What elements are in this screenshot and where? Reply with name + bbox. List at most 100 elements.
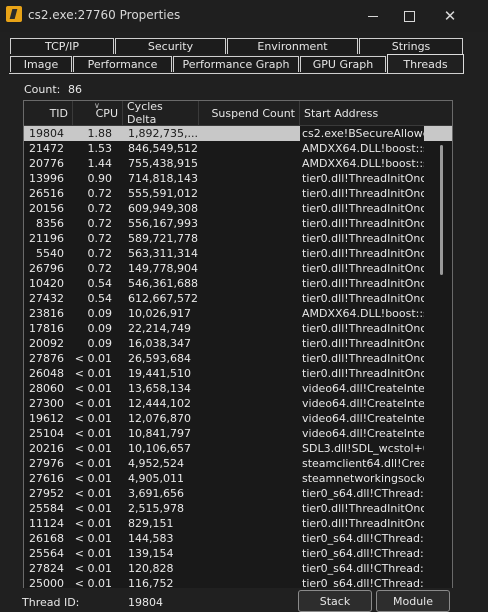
table-row[interactable]: 20092 0.09 16,038,347 tier0.dll!ThreadInitO… (24, 336, 452, 351)
cpu-cell: < 0.01 (74, 517, 112, 530)
cpu-cell: 0.54 (87, 292, 113, 305)
cpu-cell: < 0.01 (74, 547, 112, 560)
tab-image[interactable]: Image (10, 56, 72, 72)
start-address-cell: tier0.dll!ThreadInitOnce... (302, 262, 424, 275)
table-row[interactable]: 5540 0.72 563,311,314 tier0.dll!ThreadInitO… (24, 246, 452, 261)
table-row[interactable]: 21472 1.53 846,549,512 AMDXX64.DLL!boost::s… (24, 141, 452, 156)
table-row[interactable]: 26796 0.72 149,778,904 tier0.dll!ThreadInit… (24, 261, 452, 276)
cycles-delta-cell: 16,038,347 (128, 337, 191, 350)
table-row[interactable]: 28060 < 0.01 13,658,134 video64.dll!CreateI… (24, 381, 452, 396)
tid-cell: 27300 (29, 397, 64, 410)
table-row[interactable]: 20776 1.44 755,438,915 AMDXX64.DLL!boost::s… (24, 156, 452, 171)
cpu-cell: 1.88 (87, 127, 113, 140)
tid-cell: 21196 (29, 232, 64, 245)
cpu-cell: 0.72 (87, 202, 113, 215)
column-header-start-address[interactable]: Start Address (300, 101, 452, 125)
column-header-tid[interactable]: TID (24, 101, 73, 125)
cpu-cell: 0.90 (87, 172, 113, 185)
table-row[interactable]: 25104 < 0.01 10,841,797 video64.dll!CreateI… (24, 426, 452, 441)
cycles-delta-cell: 10,026,917 (128, 307, 191, 320)
module-button[interactable]: Module (376, 590, 450, 612)
stack-button[interactable]: Stack (298, 590, 372, 612)
table-row[interactable]: 25584 < 0.01 2,515,978 tier0.dll!ThreadInit… (24, 501, 452, 516)
maximize-button[interactable] (389, 0, 429, 32)
table-row[interactable]: 23816 0.09 10,026,917 AMDXX64.DLL!boost::s.… (24, 306, 452, 321)
table-row[interactable]: 26168 < 0.01 144,583 tier0_s64.dll!CThread:… (24, 531, 452, 546)
table-row[interactable]: 27824 < 0.01 120,828 tier0_s64.dll!CThread:… (24, 561, 452, 576)
suspend-count-cell (202, 546, 298, 561)
tab-gpu-graph[interactable]: GPU Graph (300, 56, 386, 72)
table-row[interactable]: 20156 0.72 609,949,308 tier0.dll!ThreadInit… (24, 201, 452, 216)
cycles-delta-cell: 563,311,314 (128, 247, 198, 260)
start-address-cell: tier0.dll!ThreadInitOnce... (302, 352, 424, 365)
table-row[interactable]: 19804 1.88 1,892,735,... cs2.exe!BSecureAll… (24, 126, 452, 141)
table-row[interactable]: 27952 < 0.01 3,691,656 tier0_s64.dll!CThrea… (24, 486, 452, 501)
tab-performance[interactable]: Performance (73, 56, 172, 72)
tab-environment[interactable]: Environment (227, 38, 358, 54)
start-address-cell: video64.dll!CreateInterfa... (302, 427, 424, 440)
column-header-suspend-count[interactable]: Suspend Count (199, 101, 300, 125)
table-row[interactable]: 10420 0.54 546,361,688 tier0.dll!ThreadInit… (24, 276, 452, 291)
table-row[interactable]: 26516 0.72 555,591,012 tier0.dll!ThreadInit… (24, 186, 452, 201)
table-row[interactable]: 27432 0.54 612,667,572 tier0.dll!ThreadInit… (24, 291, 452, 306)
tid-cell: 26048 (29, 367, 64, 380)
suspend-count-cell (202, 216, 298, 231)
suspend-count-cell (202, 306, 298, 321)
tab-strings[interactable]: Strings (359, 38, 463, 54)
table-row[interactable]: 27876 < 0.01 26,593,684 tier0.dll!ThreadIni… (24, 351, 452, 366)
minimize-button[interactable] (353, 0, 393, 32)
tab-performance-graph[interactable]: Performance Graph (173, 56, 299, 72)
table-row[interactable]: 8356 0.72 556,167,993 tier0.dll!ThreadInitO… (24, 216, 452, 231)
suspend-count-cell (202, 396, 298, 411)
tab-threads[interactable]: Threads (387, 54, 464, 74)
tab-security[interactable]: Security (115, 38, 226, 54)
tab-tcpip[interactable]: TCP/IP (10, 38, 114, 54)
table-row[interactable]: 27300 < 0.01 12,444,102 video64.dll!CreateI… (24, 396, 452, 411)
suspend-count-cell (202, 471, 298, 486)
table-row[interactable]: 20216 < 0.01 10,106,657 SDL3.dll!SDL_wcstol… (24, 441, 452, 456)
start-address-cell: tier0.dll!ThreadInitOnce... (302, 247, 424, 260)
suspend-count-cell (202, 561, 298, 576)
table-row[interactable]: 19612 < 0.01 12,076,870 video64.dll!CreateI… (24, 411, 452, 426)
suspend-count-cell (202, 426, 298, 441)
suspend-count-cell (202, 291, 298, 306)
vertical-scrollbar[interactable] (440, 145, 443, 275)
maximize-icon (403, 10, 415, 22)
threads-list[interactable]: TID CPU ∨ Cycles Delta Suspend Count Sta… (23, 100, 453, 605)
cycles-delta-cell: 22,214,749 (128, 322, 191, 335)
title-bar[interactable]: cs2.exe:27760 Properties ✕ (0, 0, 488, 32)
suspend-count-cell (202, 456, 298, 471)
suspend-count-cell (202, 441, 298, 456)
column-header-cycles-delta[interactable]: Cycles Delta (123, 101, 199, 126)
start-address-cell: tier0_s64.dll!CThread::T... (302, 547, 424, 560)
cycles-delta-cell: 612,667,572 (128, 292, 198, 305)
table-row[interactable]: 13996 0.90 714,818,143 tier0.dll!ThreadInit… (24, 171, 452, 186)
start-address-cell: video64.dll!CreateInterfa... (302, 397, 424, 410)
table-row[interactable]: 21196 0.72 589,721,778 tier0.dll!ThreadInit… (24, 231, 452, 246)
thread-id-value: 19804 (128, 596, 163, 609)
table-row[interactable]: 11124 < 0.01 829,151 tier0.dll!ThreadInitOn… (24, 516, 452, 531)
cycles-delta-cell: 3,691,656 (128, 487, 184, 500)
cpu-cell: < 0.01 (74, 487, 112, 500)
tid-cell: 26168 (29, 532, 64, 545)
table-row[interactable]: 27976 < 0.01 4,952,524 steamclient64.dll!Cr… (24, 456, 452, 471)
tid-cell: 19804 (29, 127, 64, 140)
count-label: Count: (24, 83, 61, 96)
close-button[interactable]: ✕ (430, 0, 470, 32)
table-row[interactable]: 25564 < 0.01 139,154 tier0_s64.dll!CThread:… (24, 546, 452, 561)
tid-cell: 11124 (29, 517, 64, 530)
suspend-count-cell (202, 141, 298, 156)
start-address-cell: tier0_s64.dll!CThread::T... (302, 532, 424, 545)
cycles-delta-cell: 846,549,512 (128, 142, 198, 155)
start-address-cell: tier0.dll!ThreadInitOnce... (302, 187, 424, 200)
suspend-count-cell (202, 171, 298, 186)
start-address-cell: video64.dll!CreateInterfa... (302, 382, 424, 395)
table-row[interactable]: 27616 < 0.01 4,905,011 steamnetworkingsocke… (24, 471, 452, 486)
tid-cell: 25104 (29, 427, 64, 440)
suspend-count-cell (202, 336, 298, 351)
cycles-delta-cell: 10,841,797 (128, 427, 191, 440)
table-row[interactable]: 26048 < 0.01 19,441,510 tier0.dll!ThreadIni… (24, 366, 452, 381)
cpu-cell: < 0.01 (74, 472, 112, 485)
table-row[interactable]: 17816 0.09 22,214,749 tier0.dll!ThreadInitO… (24, 321, 452, 336)
tid-cell: 27432 (29, 292, 64, 305)
